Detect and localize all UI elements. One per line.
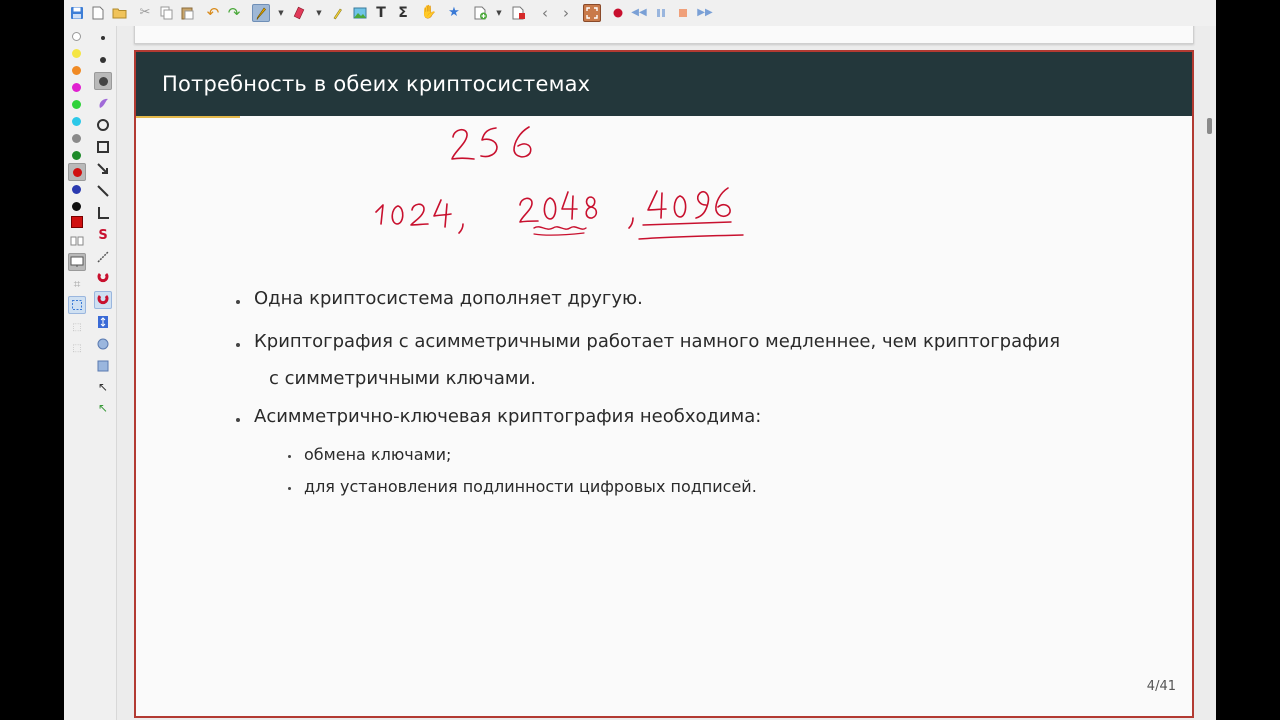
color-green[interactable] [72,100,81,109]
text-tool-icon[interactable]: T [372,4,390,22]
fill-color-icon[interactable] [68,213,86,231]
color-white[interactable] [72,32,81,41]
copy-icon[interactable] [157,4,175,22]
pointer-play-icon[interactable]: ↖ [94,399,112,417]
sub-bullet-1: обмена ключами; [304,445,452,464]
pen-tool-icon[interactable] [252,4,270,22]
color-black[interactable] [72,202,81,211]
tool-palette: ⌗ ⬚ ⬚ S ↖ ↖ [64,26,117,720]
page-viewport: Потребность в обеих криптосистемах Одна … [117,26,1204,720]
image-icon[interactable] [351,4,369,22]
delete-page-icon[interactable] [510,4,528,22]
shape-recognizer-icon[interactable] [94,94,112,112]
ellipse-icon[interactable] [94,116,112,134]
bullet-marker [236,300,240,304]
record-icon[interactable] [609,4,627,22]
rect-fill-icon[interactable] [94,357,112,375]
hand-icon[interactable]: ✋ [420,4,438,22]
new-page-icon[interactable] [89,4,107,22]
bullet-2-line-2: с симметричными ключами. [269,368,536,389]
cut-icon[interactable]: ✂ [136,4,154,22]
spline-icon[interactable]: S [94,226,112,244]
ellipse-select-icon[interactable] [94,335,112,353]
highlighter-icon[interactable] [328,4,346,22]
next-page-icon[interactable]: › [557,4,575,22]
color-yellow[interactable] [72,49,81,58]
rectangle-icon[interactable] [94,138,112,156]
fast-forward-icon[interactable]: ▶▶ [696,4,714,22]
line-icon[interactable] [94,182,112,200]
coordinate-system-icon[interactable] [94,204,112,222]
ink-2048 [519,191,598,236]
grid-snap-icon[interactable] [94,291,112,309]
redo-icon[interactable]: ↷ [225,4,243,22]
color-blue[interactable] [72,185,81,194]
ruler-icon[interactable] [94,248,112,266]
color-dark-green[interactable] [72,151,81,160]
color-gray[interactable] [72,134,81,143]
previous-slide-edge [134,26,1194,44]
arrow-icon[interactable] [94,160,112,178]
crop-icon[interactable]: ⌗ [68,275,86,293]
select-magic-icon[interactable]: ★ [445,4,463,22]
sub-bullet-marker [288,487,291,490]
app-window: ✂ ↶ ↷ ▼ ▼ T Σ ✋ ★ ▼ ‹ › ◀◀ ▶▶ ⌗ ⬚ ⬚ S ↖ … [64,0,1216,720]
add-page-icon[interactable] [472,4,490,22]
color-magenta[interactable] [72,83,81,92]
two-page-icon[interactable] [68,232,86,250]
scrollbar-thumb[interactable] [1207,118,1212,134]
ink-4096 [628,187,744,240]
eraser-icon[interactable] [290,4,308,22]
slide-page[interactable]: Потребность в обеих криптосистемах Одна … [134,50,1194,718]
ink-1024 [375,199,464,234]
bullet-marker [236,343,240,347]
sub-bullet-marker [288,455,291,458]
bullet-3: Асимметрично-ключевая криптография необх… [254,406,762,427]
magnet-icon[interactable] [94,269,112,287]
paste-icon[interactable] [178,4,196,22]
object-select-icon[interactable]: ⬚ [68,339,86,357]
undo-icon[interactable]: ↶ [204,4,222,22]
bullet-marker [236,418,240,422]
presentation-mode-icon[interactable] [68,253,86,271]
bullet-2-line-1: Криптография с асимметричными работает н… [254,331,1061,352]
pointer-icon[interactable]: ↖ [94,378,112,396]
pen-size-medium[interactable] [100,57,106,63]
pause-icon[interactable] [652,4,670,22]
save-icon[interactable] [68,4,86,22]
ink-256 [451,126,532,160]
pen-size-small[interactable] [101,36,105,40]
color-cyan[interactable] [72,117,81,126]
fullscreen-icon[interactable] [583,4,601,22]
rewind-icon[interactable]: ◀◀ [630,4,648,22]
add-page-dropdown-icon[interactable]: ▼ [495,4,503,22]
previous-page-icon[interactable]: ‹ [536,4,554,22]
bullet-1: Одна криптосистема дополняет другую. [254,288,643,309]
pen-dropdown-icon[interactable]: ▼ [277,4,285,22]
top-toolbar: ✂ ↶ ↷ ▼ ▼ T Σ ✋ ★ ▼ ‹ › ◀◀ ▶▶ [64,0,1216,27]
vertical-space-icon[interactable] [94,313,112,331]
sub-bullet-2: для установления подлинности цифровых по… [304,477,757,496]
page-number: 4/41 [1146,679,1176,694]
lasso-icon[interactable]: ⬚ [68,318,86,336]
rect-select-icon[interactable] [68,296,86,314]
pen-size-large-selected[interactable] [94,72,112,90]
latex-sigma-icon[interactable]: Σ [394,4,412,22]
open-folder-icon[interactable] [110,4,128,22]
eraser-dropdown-icon[interactable]: ▼ [315,4,323,22]
vertical-scrollbar[interactable] [1204,26,1216,720]
stop-icon[interactable] [674,4,692,22]
color-orange[interactable] [72,66,81,75]
color-red-selected[interactable] [68,163,86,181]
